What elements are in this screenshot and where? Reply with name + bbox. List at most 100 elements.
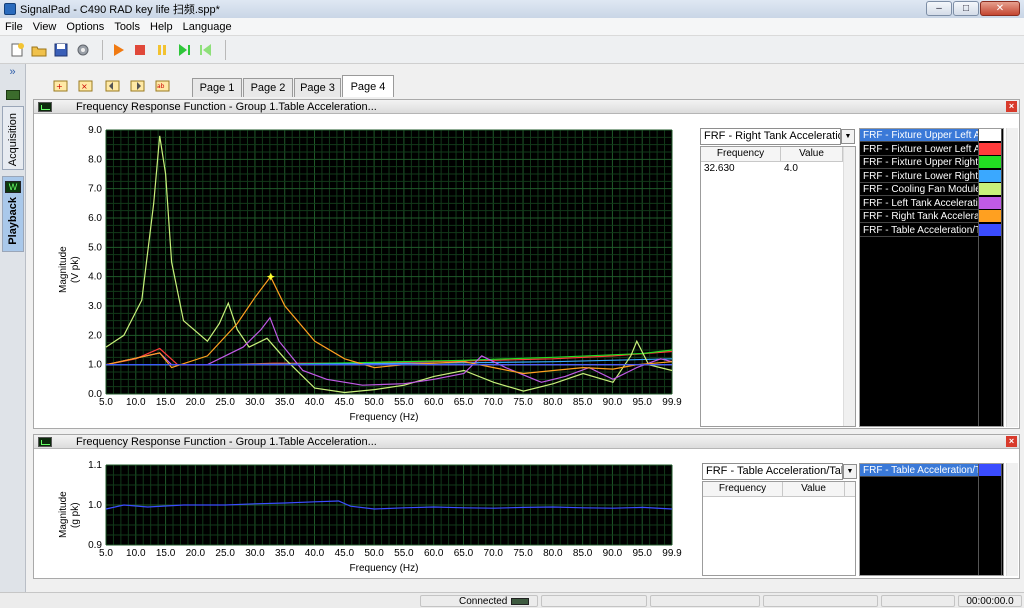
x-tick-label: 70.0 — [484, 548, 504, 559]
stop-icon[interactable] — [131, 41, 149, 59]
y-axis-label: Magnitude (V pk) — [58, 230, 82, 310]
tab-page-2[interactable]: Page 2 — [243, 78, 293, 97]
y-axis-unit: (g pk) — [70, 502, 81, 528]
tab-page-3[interactable]: Page 3 — [294, 78, 341, 97]
x-tick-label: 75.0 — [513, 548, 533, 559]
settings-icon[interactable] — [74, 41, 92, 59]
pause-icon[interactable] — [153, 41, 171, 59]
open-icon[interactable] — [30, 41, 48, 59]
status-cell — [881, 595, 955, 607]
panel-close-button[interactable]: × — [1006, 436, 1017, 447]
step-back-icon[interactable] — [197, 41, 215, 59]
menu-help[interactable]: Help — [145, 21, 178, 33]
rename-page-icon[interactable]: ab — [154, 76, 172, 94]
cell-frequency: 32.630 — [704, 163, 735, 174]
menu-file[interactable]: File — [0, 21, 28, 33]
y-tick-label: 8.0 — [88, 154, 102, 165]
panel-title: Frequency Response Function - Group 1.Ta… — [76, 100, 377, 113]
column-header-frequency: Frequency — [703, 482, 783, 496]
x-tick-label: 40.0 — [305, 397, 325, 408]
toolbar-separator — [102, 39, 103, 60]
x-axis-label: Frequency (Hz) — [349, 563, 419, 574]
legend-divider — [978, 464, 979, 575]
panel-header: Frequency Response Function - Group 1.Ta… — [34, 100, 1019, 114]
x-tick-label: 95.0 — [632, 548, 652, 559]
close-button[interactable]: ✕ — [980, 1, 1020, 16]
toolbar-separator — [225, 39, 226, 60]
svg-text:×: × — [81, 82, 88, 91]
x-tick-label: 90.0 — [603, 397, 623, 408]
tab-page-1-label: Page 1 — [199, 82, 235, 94]
save-icon[interactable] — [52, 41, 70, 59]
legend-item[interactable]: FRF - Table Acceleration/T — [860, 224, 978, 237]
x-tick-label: 40.0 — [305, 548, 325, 559]
chevron-down-icon[interactable]: ▼ — [843, 464, 857, 479]
x-tick-label: 20.0 — [186, 397, 206, 408]
tab-page-1[interactable]: Page 1 — [192, 78, 242, 97]
menu-options[interactable]: Options — [61, 21, 109, 33]
svg-text:ab: ab — [157, 83, 165, 90]
y-tick-label: 7.0 — [88, 184, 102, 195]
play-icon[interactable] — [109, 41, 127, 59]
series-selector[interactable]: FRF - Table Acceleration/Table — [702, 463, 843, 480]
legend-item[interactable]: FRF - Cooling Fan Module A — [860, 183, 978, 196]
x-tick-label: 90.0 — [603, 548, 623, 559]
legend-scrollbar[interactable] — [1006, 128, 1018, 427]
frf-panel-bottom: Frequency Response Function - Group 1.Ta… — [33, 434, 1020, 579]
move-page-right-icon[interactable] — [129, 76, 147, 94]
status-cell — [650, 595, 760, 607]
status-time: 00:00:00.0 — [958, 595, 1022, 607]
legend-item[interactable]: FRF - Left Tank Acceleratio — [860, 197, 978, 210]
frf-chart-bottom[interactable]: 5.0 10.0 15.0 20.0 25.0 30.0 35.0 40.0 45.0 50.0 5… — [34, 450, 694, 580]
x-tick-label: 50.0 — [364, 397, 384, 408]
panel-close-button[interactable]: × — [1006, 101, 1017, 112]
x-tick-label: 85.0 — [573, 548, 593, 559]
table-scrollbar[interactable] — [843, 147, 855, 426]
status-connection: Connected — [420, 595, 538, 607]
x-tick-label: 20.0 — [186, 548, 206, 559]
x-tick-label: 95.0 — [632, 397, 652, 408]
legend-color-swatch — [979, 223, 1001, 236]
status-cell — [763, 595, 878, 607]
x-tick-label: 30.0 — [245, 548, 265, 559]
legend-item[interactable]: FRF - Table Acceleration/T — [860, 464, 978, 477]
maximize-button[interactable]: □ — [953, 1, 979, 16]
legend-color-swatch — [979, 142, 1001, 155]
new-icon[interactable] — [8, 41, 26, 59]
page-tab-strip: + × ab Page 1 Page 2 Page 3 Page 4 — [32, 72, 1022, 98]
table-row[interactable]: 32.630 4.0 — [701, 162, 855, 176]
y-tick-label: 4.0 — [88, 272, 102, 283]
tab-page-4[interactable]: Page 4 — [342, 75, 394, 97]
move-page-left-icon[interactable] — [104, 76, 122, 94]
legend-item[interactable]: FRF - Fixture Lower Right — [860, 170, 978, 183]
menu-language[interactable]: Language — [178, 21, 237, 33]
legend-item[interactable]: FRF - Right Tank Accelerati — [860, 210, 978, 223]
y-tick-label: 0.9 — [88, 540, 102, 551]
menu-bar: File View Options Tools Help Language — [0, 18, 1024, 36]
tab-playback[interactable]: W Playback — [2, 176, 24, 252]
series-selector[interactable]: FRF - Right Tank Acceleration/ — [700, 128, 841, 145]
x-tick-label: 45.0 — [335, 397, 355, 408]
connection-led-icon — [511, 597, 530, 605]
cursor-value-table: Frequency Value — [702, 481, 856, 576]
x-tick-label: 10.0 — [126, 397, 146, 408]
step-forward-icon[interactable] — [175, 41, 193, 59]
collapse-chevron-icon[interactable]: » — [0, 64, 25, 80]
chevron-down-icon[interactable]: ▼ — [841, 129, 855, 144]
x-tick-label: 30.0 — [245, 397, 265, 408]
panel-title: Frequency Response Function - Group 1.Ta… — [76, 435, 377, 448]
legend-item[interactable]: FRF - Fixture Upper Left A — [860, 129, 978, 142]
add-page-icon[interactable]: + — [52, 76, 70, 94]
tab-acquisition[interactable]: Acquisition — [2, 106, 24, 170]
legend-item[interactable]: FRF - Fixture Lower Left A — [860, 143, 978, 156]
x-tick-label: 15.0 — [156, 548, 176, 559]
legend-item[interactable]: FRF - Fixture Upper Right A — [860, 156, 978, 169]
delete-page-icon[interactable]: × — [77, 76, 95, 94]
frf-chart-top[interactable]: 5.0 10.0 15.0 20.0 25.0 30.0 35.0 40.0 45.0 50.0 5… — [34, 115, 694, 429]
menu-tools[interactable]: Tools — [109, 21, 145, 33]
minimize-button[interactable]: – — [926, 1, 952, 16]
legend-scrollbar[interactable] — [1006, 463, 1018, 576]
chart-icon — [38, 101, 52, 112]
x-tick-label: 85.0 — [573, 397, 593, 408]
menu-view[interactable]: View — [28, 21, 62, 33]
